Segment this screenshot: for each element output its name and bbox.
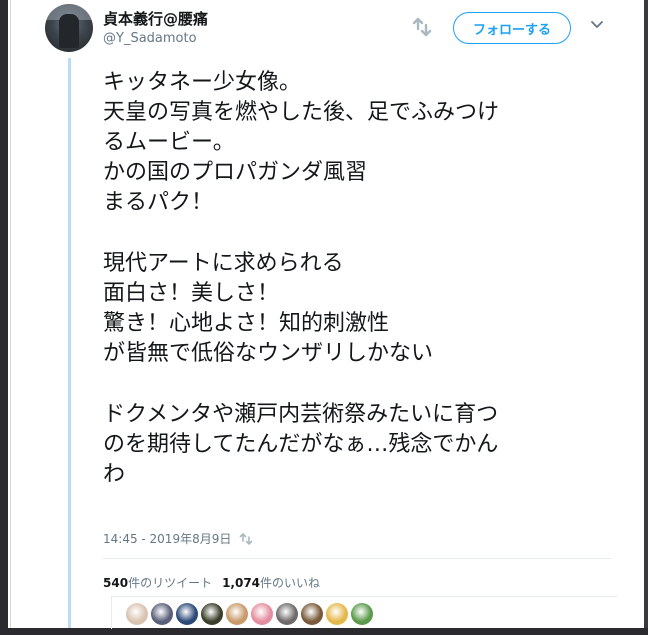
like-count: 1,074: [222, 576, 261, 590]
liker-avatar[interactable]: [301, 603, 323, 625]
tweet-line: 天皇の写真を燃やした後、足でふみつけ: [103, 100, 500, 125]
tweet-line: が皆無で低俗なウンザリしかない: [103, 341, 434, 366]
tweet-line: かの国のプロパガンダ風習: [103, 160, 368, 185]
liker-avatar[interactable]: [151, 603, 173, 625]
tweet-line: 現代アートに求められる: [103, 251, 344, 276]
like-stat[interactable]: 1,074件のいいね: [222, 576, 320, 590]
tweet-line: るムービー。: [103, 130, 235, 155]
divider: [103, 558, 611, 559]
tweet-stats: 540件のリツイート 1,074件のいいね: [103, 574, 320, 591]
modal-backdrop[interactable]: [0, 0, 8, 635]
liker-avatar[interactable]: [351, 603, 373, 625]
liker-avatar[interactable]: [201, 603, 223, 625]
chevron-down-icon[interactable]: [589, 16, 605, 32]
liker-avatar[interactable]: [251, 603, 273, 625]
tweet-line: 驚き！心地よさ！知的刺激性: [103, 311, 390, 336]
share-icon[interactable]: [411, 16, 433, 38]
liker-avatars: [111, 596, 617, 629]
tweet-line: キッタネー少女像。: [103, 70, 302, 95]
follow-button[interactable]: フォローする: [453, 12, 571, 44]
like-label: 件のいいね: [260, 576, 321, 590]
tweet-line: わ: [103, 462, 126, 487]
avatar[interactable]: [45, 4, 93, 52]
tweet-line: ドクメンタや瀬戸内芸術祭みたいに育つ: [103, 402, 499, 427]
translate-icon[interactable]: [239, 532, 253, 546]
tweet-line: のを期待してたんだがなぁ…残念でかん: [103, 432, 499, 457]
tweet-text: キッタネー少女像。天皇の写真を燃やした後、足でふみつけ るムービー。かの国のプロパ…: [103, 68, 613, 490]
tweet-line: まるパク！: [103, 190, 214, 215]
tweet-line: 面白さ！美しさ！: [103, 281, 280, 306]
thread-line: [68, 58, 71, 628]
modal-backdrop-bottom[interactable]: [0, 628, 648, 635]
retweet-count: 540: [103, 576, 129, 590]
retweet-label: 件のリツイート: [128, 576, 213, 590]
tweet-line-gap: [103, 218, 613, 249]
avatar-figure: [59, 14, 79, 48]
liker-avatar[interactable]: [176, 603, 198, 625]
liker-avatar[interactable]: [276, 603, 298, 625]
timestamp-text: 14:45 - 2019年8月9日: [103, 532, 232, 546]
liker-avatar[interactable]: [326, 603, 348, 625]
tweet-card: 貞本義行@腰痛 @Y_Sadamoto フォローする キッタネー少女像。天皇の写…: [10, 0, 644, 629]
liker-avatar[interactable]: [226, 603, 248, 625]
tweet-line-gap: [103, 369, 613, 400]
user-handle[interactable]: @Y_Sadamoto: [103, 31, 197, 46]
timestamp[interactable]: 14:45 - 2019年8月9日: [103, 530, 253, 547]
display-name[interactable]: 貞本義行@腰痛: [103, 8, 208, 29]
retweet-stat[interactable]: 540件のリツイート: [103, 576, 212, 590]
liker-avatar[interactable]: [126, 603, 148, 625]
